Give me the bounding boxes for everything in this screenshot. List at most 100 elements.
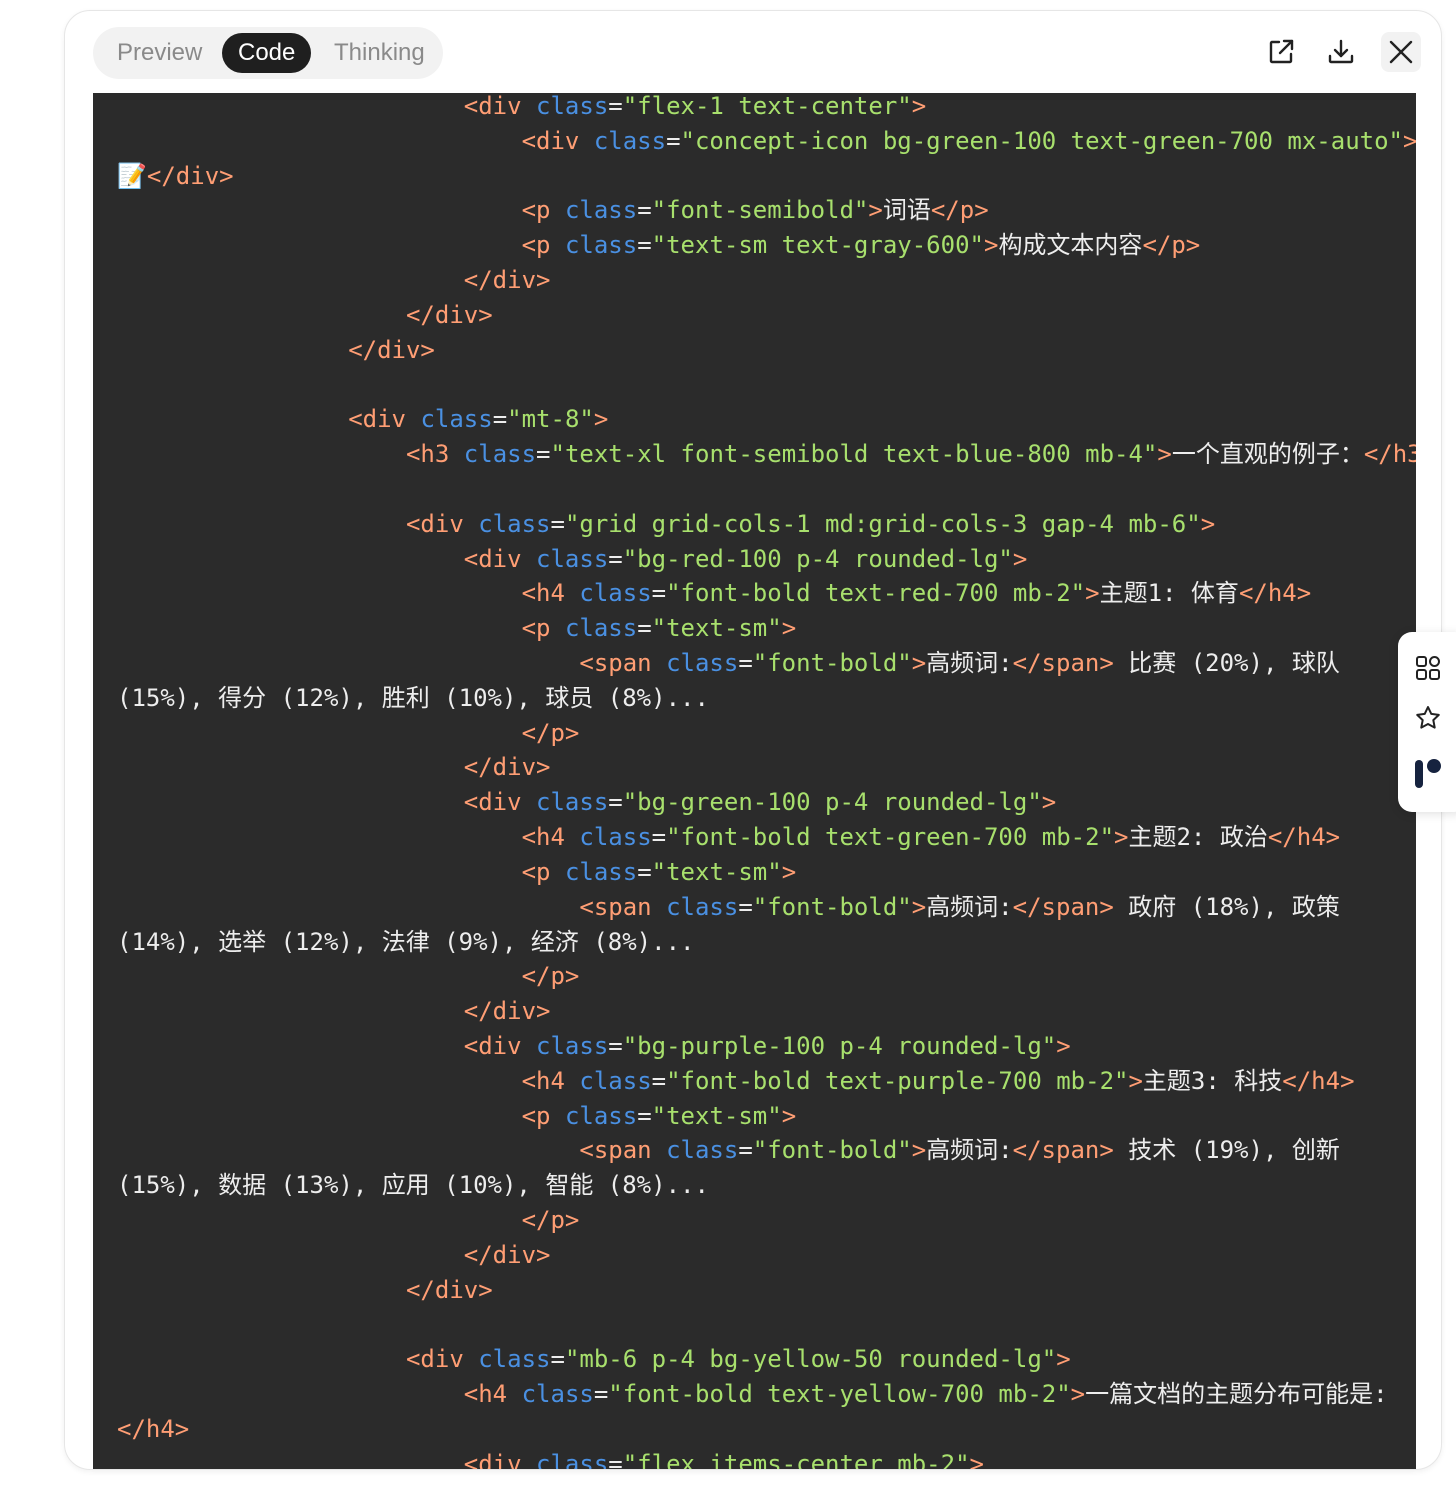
code-line: <h4 class="font-bold text-purple-700 mb-… (117, 1064, 1416, 1099)
code-token: class (536, 788, 609, 817)
code-token: = (637, 857, 652, 886)
code-token: class (666, 892, 739, 921)
code-line: <div class="flex items-center mb-2"> (117, 1447, 1416, 1469)
code-token: > (911, 649, 927, 677)
code-token: = (608, 93, 623, 120)
code-token: "mt-8" (507, 405, 594, 434)
code-token: > (781, 614, 797, 643)
code-line: <div class="bg-green-100 p-4 rounded-lg"… (117, 785, 1416, 820)
code-view[interactable]: <div class="flex-1 text-center"> <div cl… (93, 93, 1416, 1469)
code-line: <h4 class="font-bold text-red-700 mb-2">… (117, 576, 1416, 611)
code-token: <p (117, 196, 551, 225)
code-token: class (536, 1031, 609, 1060)
code-token: class (564, 614, 638, 643)
code-token: > (1012, 544, 1028, 573)
code-line: <span class="font-bold">高频词:</span> 技术 (… (117, 1133, 1416, 1168)
code-token: </h4> (117, 1414, 190, 1443)
code-token: </span> (1012, 1136, 1114, 1165)
code-token: "bg-red-100 p-4 rounded-lg" (622, 544, 1013, 573)
code-token: > (1114, 823, 1129, 852)
close-button[interactable] (1381, 32, 1421, 72)
code-token: "font-semibold" (651, 196, 869, 225)
code-token: "text-sm" (651, 857, 782, 886)
open-external-button[interactable] (1261, 32, 1301, 72)
code-token: <div (117, 126, 580, 155)
code-line: <p class="font-semibold">词语</p> (117, 193, 1416, 228)
code-token: class (478, 1345, 551, 1374)
apps-button[interactable] (1412, 652, 1444, 684)
tab-thinking[interactable]: Thinking (318, 33, 441, 73)
code-token: </h4> (1238, 579, 1312, 608)
code-line: (15%), 得分 (12%), 胜利 (10%), 球员 (8%)... (117, 681, 1416, 716)
code-token: > (1041, 788, 1057, 817)
code-line: </div> (117, 263, 1416, 298)
code-line: </div> (117, 333, 1416, 368)
code-token: </span> (1012, 892, 1114, 921)
code-token: "mb-6 p-4 bg-yellow-50 rounded-lg" (564, 1345, 1057, 1374)
code-token: <h3 (117, 440, 450, 469)
code-token: "bg-green-100 p-4 rounded-lg" (622, 788, 1042, 817)
code-token: class (463, 440, 537, 469)
download-button[interactable] (1321, 32, 1361, 72)
tab-code[interactable]: Code (222, 33, 312, 73)
code-token: class (536, 1449, 609, 1469)
code-token: 词语 (882, 196, 931, 225)
code-line: <h3 class="text-xl font-semibold text-bl… (117, 437, 1416, 472)
code-token: > (911, 892, 927, 921)
code-line: 📝</div> (117, 159, 1416, 194)
code-token: <div (117, 1449, 522, 1469)
code-token: (15%), 数据 (13%), 应用 (10%), 智能 (8%)... (117, 1171, 709, 1200)
code-token: </p> (117, 1206, 580, 1234)
code-token: = (608, 788, 623, 817)
brand-logo-icon (1415, 759, 1441, 788)
code-line: <span class="font-bold">高频词:</span> 政府 (… (117, 890, 1416, 925)
code-token: > (1157, 440, 1172, 469)
code-token: > (1070, 1380, 1086, 1409)
code-token: = (666, 126, 681, 155)
code-token: "font-bold" (752, 1136, 912, 1165)
code-token: 高频词: (926, 1136, 1013, 1165)
favorite-button[interactable] (1412, 702, 1444, 734)
code-token: <div (117, 93, 522, 120)
code-line: </p> (117, 1203, 1416, 1238)
code-token: "grid grid-cols-1 md:grid-cols-3 gap-4 m… (564, 509, 1201, 538)
code-token: > (983, 231, 999, 260)
code-line: </div> (117, 994, 1416, 1029)
code-token: 一篇文档的主题分布可能是: (1085, 1380, 1388, 1409)
code-token: "font-bold" (752, 649, 912, 677)
code-token: class (420, 405, 493, 434)
code-line: </div> (117, 1273, 1416, 1308)
code-token: = (608, 544, 623, 573)
code-token: <span (117, 892, 652, 921)
code-token: <h4 (117, 579, 565, 608)
code-line: </h4> (117, 1412, 1416, 1447)
code-token: "text-sm" (651, 614, 782, 643)
code-token: </div> (117, 753, 551, 782)
brand-button[interactable] (1412, 758, 1444, 790)
code-token: </h3> (1363, 440, 1416, 469)
code-token: <p (117, 614, 551, 643)
code-token: </div> (117, 1240, 551, 1269)
code-token: "concept-icon bg-green-100 text-green-70… (680, 126, 1403, 155)
code-token: > (781, 857, 797, 886)
code-line: (15%), 数据 (13%), 应用 (10%), 智能 (8%)... (117, 1168, 1416, 1203)
tab-preview[interactable]: Preview (101, 33, 218, 73)
code-token: <p (117, 1101, 551, 1130)
code-token: "flex-1 text-center" (622, 93, 912, 120)
code-token: = (738, 649, 753, 677)
close-icon (1389, 40, 1413, 64)
